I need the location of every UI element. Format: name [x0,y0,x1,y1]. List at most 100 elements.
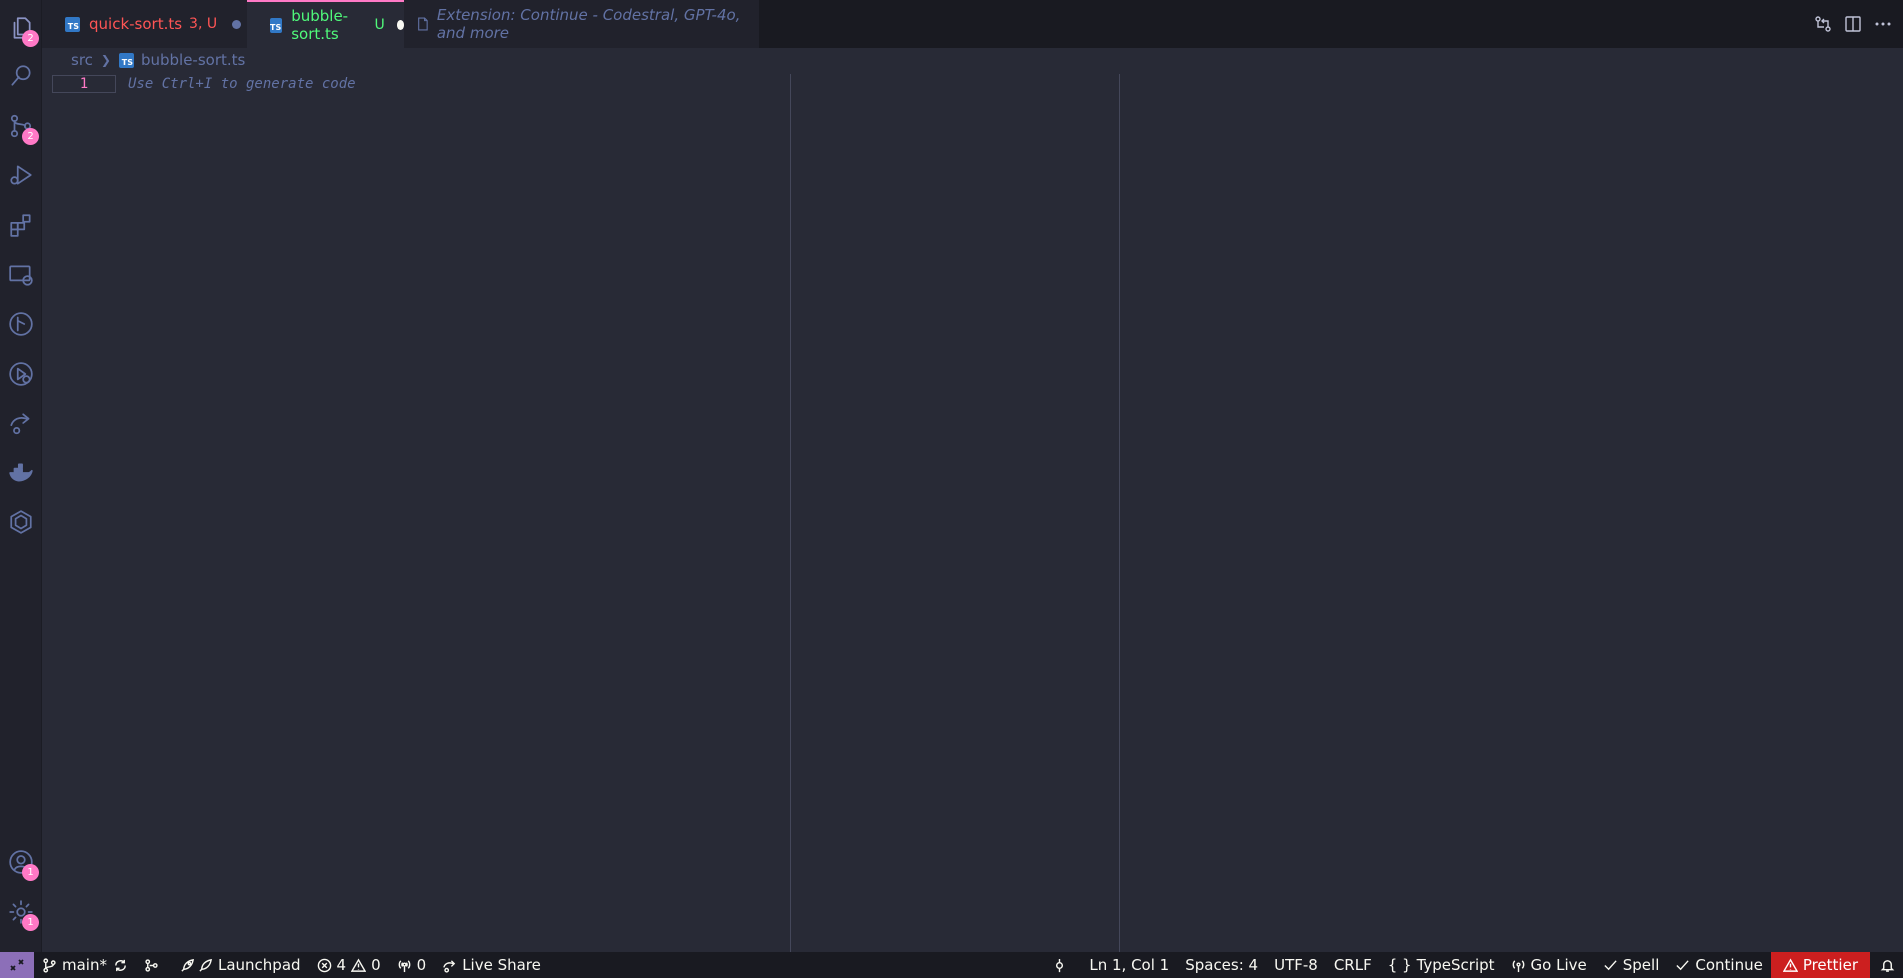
more-actions-button[interactable] [1869,10,1897,38]
launchpad-button[interactable]: Launchpad [172,952,309,978]
rocket-icon [199,958,212,972]
activity-bar: 2 2 1 1 [0,0,42,952]
live-share-label: Live Share [462,956,541,974]
live-share-icon [10,413,30,435]
status-bar: main* Launchpad 4 0 0 Live Share Ln 1, C… [0,952,1903,978]
encoding-label: UTF-8 [1274,956,1318,974]
ports-status[interactable]: 0 [389,952,435,978]
tab-label: bubble-sort.ts [291,7,349,43]
sync-icon[interactable] [113,958,128,973]
cursor-position[interactable]: Ln 1, Col 1 [1081,952,1177,978]
docker-button[interactable] [0,449,42,497]
run-debug-icon [10,165,32,185]
language-label: TypeScript [1416,956,1495,974]
spell-status[interactable]: Spell [1595,952,1668,978]
typescript-file-icon: TS [270,17,283,33]
settings-button[interactable]: 1 [0,888,42,936]
indentation-status[interactable]: Spaces: 4 [1177,952,1266,978]
editor-placeholder[interactable]: Use Ctrl+I to generate code [128,75,356,93]
branch-status[interactable]: main* [34,952,136,978]
ruler-line [790,74,791,952]
live-share-button[interactable] [0,399,42,447]
breadcrumb-file[interactable]: bubble-sort.ts [141,51,245,69]
extensions-icon [10,214,31,237]
editor-actions [1807,0,1903,48]
prettier-label: Prettier [1802,956,1858,974]
typescript-file-icon: TS [118,52,134,68]
broadcast-icon [1512,959,1524,972]
check-icon [1676,959,1690,970]
cursor-position-label: Ln 1, Col 1 [1089,956,1170,974]
ports-count: 0 [416,956,427,974]
settings-badge: 1 [22,914,39,931]
unsaved-dot-icon[interactable] [232,19,242,29]
breadcrumb-folder[interactable]: src [71,51,93,69]
search-button[interactable] [0,52,42,100]
gitlens-button[interactable] [136,952,172,978]
go-live-button[interactable]: Go Live [1503,952,1595,978]
rocket-icon [181,958,194,972]
tab-bubble-sort[interactable]: TS bubble-sort.ts U [247,0,404,48]
kubernetes-button[interactable] [0,498,42,546]
split-editor-button[interactable] [1839,10,1867,38]
accounts-button[interactable]: 1 [0,838,42,886]
typescript-file-icon: TS [65,16,80,32]
hexagon-icon [10,510,32,534]
remote-explorer-button[interactable] [0,251,42,299]
tab-extension-continue[interactable]: Extension: Continue - Codestral, GPT-4o,… [404,0,759,48]
extensions-button[interactable] [0,201,42,249]
git-graph-icon [9,312,33,336]
explorer-button[interactable]: 2 [0,4,42,52]
tab-label: Extension: Continue - Codestral, GPT-4o,… [436,6,741,42]
continue-label: Continue [1695,956,1763,974]
source-control-badge: 2 [22,128,39,145]
eol-label: CRLF [1333,956,1372,974]
test-explorer-icon [9,362,33,386]
breadcrumb: src ❯ TS bubble-sort.ts [42,48,1903,72]
git-graph-button[interactable] [0,300,42,348]
tab-label: quick-sort.ts [89,15,183,33]
encoding-status[interactable]: UTF-8 [1266,952,1326,978]
line-number: 1 [52,75,116,93]
split-editor-icon [1845,16,1861,32]
problems-status[interactable]: 4 0 [309,952,389,978]
bell-icon [1880,959,1895,972]
open-changes-button[interactable] [1809,10,1837,38]
warning-icon [1782,957,1798,972]
unsaved-dot-icon[interactable] [396,20,404,30]
source-control-button[interactable]: 2 [0,102,42,150]
braces-icon: { } [1387,956,1412,974]
tab-problems-status: 3, U [189,16,218,32]
run-debug-button[interactable] [0,151,42,199]
chevron-right-icon: ❯ [100,53,111,67]
indentation-label: Spaces: 4 [1185,956,1259,974]
tab-quick-sort[interactable]: TS quick-sort.ts 3, U [42,0,247,48]
warning-count: 0 [371,956,381,974]
editor[interactable]: 1 Use Ctrl+I to generate code [42,72,1903,952]
compare-changes-icon [1815,16,1831,32]
git-branch-icon [43,957,56,973]
remote-indicator[interactable] [0,952,34,978]
live-share-status[interactable]: Live Share [434,952,549,978]
continue-status[interactable]: Continue [1667,952,1770,978]
accounts-badge: 1 [22,864,39,881]
test-explorer-button[interactable] [0,350,42,398]
error-count: 4 [336,956,347,974]
docker-icon [9,463,33,482]
git-commit-icon [1056,958,1064,972]
warning-icon [351,957,367,972]
notifications-button[interactable] [1870,952,1903,978]
eol-status[interactable]: CRLF [1326,952,1380,978]
spell-label: Spell [1622,956,1660,974]
language-mode[interactable]: { } TypeScript [1380,952,1503,978]
error-icon [317,958,331,972]
prettier-status[interactable]: Prettier [1770,952,1870,978]
commit-status[interactable] [1044,952,1075,978]
branch-name: main* [62,956,107,974]
remote-icon [10,959,24,971]
tab-git-status: U [374,17,385,33]
live-share-icon [443,959,456,973]
file-icon [418,17,428,31]
gitlens-icon [145,958,158,972]
broadcast-icon [398,959,410,972]
